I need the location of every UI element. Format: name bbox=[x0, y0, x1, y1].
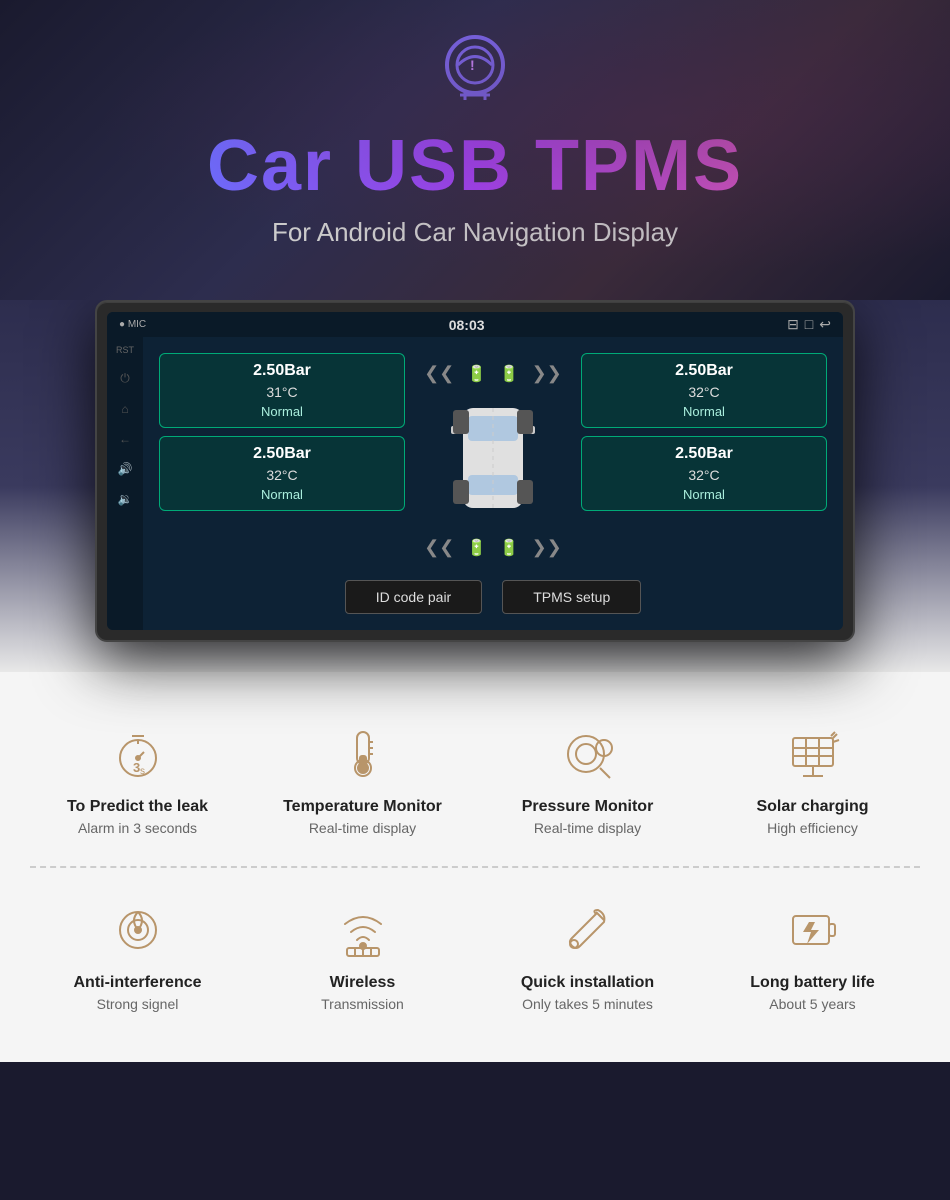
features-section: s 3 To Predict the leak Alarm in 3 secon… bbox=[0, 672, 950, 1062]
features-row-1: s 3 To Predict the leak Alarm in 3 secon… bbox=[30, 712, 920, 846]
menu-icon: ⊟ bbox=[787, 316, 799, 333]
feature-battery-desc: About 5 years bbox=[715, 996, 910, 1012]
fr-status: Normal bbox=[594, 404, 814, 419]
svg-text:s: s bbox=[140, 766, 145, 777]
feature-predict-desc: Alarm in 3 seconds bbox=[40, 820, 235, 836]
battery-life-icon bbox=[781, 898, 845, 962]
vol-down-icon: 🔉 bbox=[118, 492, 133, 506]
tire-rear-left: 2.50Bar 32°C Normal bbox=[159, 436, 405, 511]
car-diagram: ❮❮ 🔋 🔋 ❯❯ bbox=[413, 353, 573, 568]
fr-bar: 2.50Bar bbox=[594, 362, 814, 380]
home-icon: ⌂ bbox=[121, 402, 128, 416]
feature-quick-install: Quick installation Only takes 5 minutes bbox=[480, 888, 695, 1022]
wireless-icon bbox=[331, 898, 395, 962]
wave-left-top: ❮❮ bbox=[424, 363, 454, 384]
wave-right-top: ❯❯ bbox=[532, 363, 562, 384]
page-subtitle: For Android Car Navigation Display bbox=[20, 217, 930, 248]
feature-solar-desc: High efficiency bbox=[715, 820, 910, 836]
feature-solar: Solar charging High efficiency bbox=[705, 712, 920, 846]
feature-temp-desc: Real-time display bbox=[265, 820, 460, 836]
wave-right-bottom: ❯❯ bbox=[532, 537, 562, 558]
feature-pressure-desc: Real-time display bbox=[490, 820, 685, 836]
car-display-device: ● MIC 08:03 ⊟ □ ↩ RST ⏻ ⌂ ← 🔊 🔉 bbox=[95, 300, 855, 642]
window-icon: □ bbox=[805, 316, 813, 333]
feature-install-title: Quick installation bbox=[490, 974, 685, 992]
feature-pressure-title: Pressure Monitor bbox=[490, 798, 685, 816]
fl-status: Normal bbox=[172, 404, 392, 419]
screen-right-icons: ⊟ □ ↩ bbox=[787, 316, 831, 333]
back-icon: ↩ bbox=[819, 316, 831, 333]
fl-temp: 31°C bbox=[172, 384, 392, 400]
device-showcase: ● MIC 08:03 ⊟ □ ↩ RST ⏻ ⌂ ← 🔊 🔉 bbox=[0, 300, 950, 672]
rl-temp: 32°C bbox=[172, 467, 392, 483]
rl-status: Normal bbox=[172, 487, 392, 502]
power-icon: ⏻ bbox=[120, 371, 130, 386]
device-sidebar: RST ⏻ ⌂ ← 🔊 🔉 bbox=[107, 337, 143, 630]
battery-top-right: 🔋 bbox=[499, 364, 519, 384]
screen-body: RST ⏻ ⌂ ← 🔊 🔉 2.50Bar bbox=[107, 337, 843, 630]
device-screen: ● MIC 08:03 ⊟ □ ↩ RST ⏻ ⌂ ← 🔊 🔉 bbox=[107, 312, 843, 630]
feature-battery: Long battery life About 5 years bbox=[705, 888, 920, 1022]
feature-anti-desc: Strong signel bbox=[40, 996, 235, 1012]
id-code-pair-button[interactable]: ID code pair bbox=[345, 580, 482, 614]
screen-buttons-row: ID code pair TPMS setup bbox=[159, 580, 827, 614]
thermometer-icon bbox=[331, 722, 395, 786]
vol-up-icon: 🔊 bbox=[118, 462, 133, 476]
feature-pressure: Pressure Monitor Real-time display bbox=[480, 712, 695, 846]
feature-anti-title: Anti-interference bbox=[40, 974, 235, 992]
feature-temperature: Temperature Monitor Real-time display bbox=[255, 712, 470, 846]
rr-status: Normal bbox=[594, 487, 814, 502]
feature-wireless: Wireless Transmission bbox=[255, 888, 470, 1022]
feature-predict-leak: s 3 To Predict the leak Alarm in 3 secon… bbox=[30, 712, 245, 846]
feature-solar-title: Solar charging bbox=[715, 798, 910, 816]
screen-topbar: ● MIC 08:03 ⊟ □ ↩ bbox=[107, 312, 843, 337]
fl-bar: 2.50Bar bbox=[172, 362, 392, 380]
battery-bottom-left: 🔋 bbox=[467, 538, 487, 558]
rl-bar: 2.50Bar bbox=[172, 445, 392, 463]
rr-bar: 2.50Bar bbox=[594, 445, 814, 463]
wave-left-bottom: ❮❮ bbox=[424, 537, 454, 558]
feature-temp-title: Temperature Monitor bbox=[265, 798, 460, 816]
svg-text:3: 3 bbox=[133, 760, 140, 775]
tire-front-right: 2.50Bar 32°C Normal bbox=[581, 353, 827, 428]
hero-section: ! Car USB TPMS For Android Car Navigatio… bbox=[0, 0, 950, 300]
svg-text:!: ! bbox=[470, 57, 475, 73]
signal-icon bbox=[106, 898, 170, 962]
feature-install-desc: Only takes 5 minutes bbox=[490, 996, 685, 1012]
feature-wireless-desc: Transmission bbox=[265, 996, 460, 1012]
timer-icon: s 3 bbox=[106, 722, 170, 786]
mic-label: ● MIC bbox=[119, 319, 146, 330]
tpms-setup-button[interactable]: TPMS setup bbox=[502, 580, 641, 614]
screen-main-content: 2.50Bar 31°C Normal 2.50Bar 32°C Normal bbox=[143, 337, 843, 630]
screen-time: 08:03 bbox=[449, 317, 485, 333]
solar-icon bbox=[781, 722, 845, 786]
tpms-logo-icon: ! bbox=[20, 30, 930, 115]
rst-label: RST bbox=[116, 345, 134, 355]
page-title: Car USB TPMS bbox=[20, 125, 930, 207]
section-divider bbox=[30, 866, 920, 868]
battery-bottom-right: 🔋 bbox=[499, 538, 519, 558]
features-row-2: Anti-interference Strong signel bbox=[30, 888, 920, 1022]
wrench-icon bbox=[556, 898, 620, 962]
tire-front-left: 2.50Bar 31°C Normal bbox=[159, 353, 405, 428]
fr-temp: 32°C bbox=[594, 384, 814, 400]
feature-battery-title: Long battery life bbox=[715, 974, 910, 992]
pressure-icon bbox=[556, 722, 620, 786]
feature-anti-interference: Anti-interference Strong signel bbox=[30, 888, 245, 1022]
rr-temp: 32°C bbox=[594, 467, 814, 483]
feature-predict-title: To Predict the leak bbox=[40, 798, 235, 816]
battery-top-left: 🔋 bbox=[467, 364, 487, 384]
feature-wireless-title: Wireless bbox=[265, 974, 460, 992]
tire-rear-right: 2.50Bar 32°C Normal bbox=[581, 436, 827, 511]
car-top-view bbox=[443, 388, 543, 533]
back-nav-icon: ← bbox=[119, 432, 131, 446]
screen-left-labels: ● MIC bbox=[119, 319, 146, 330]
